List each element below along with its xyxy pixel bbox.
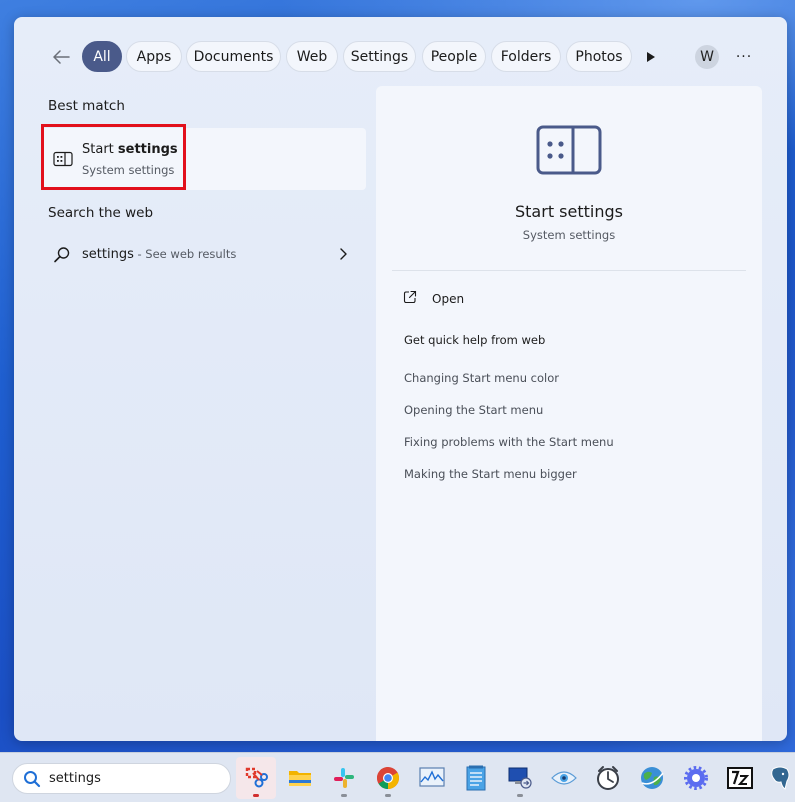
start-settings-icon bbox=[53, 151, 73, 167]
settings-gear-icon bbox=[684, 766, 708, 790]
search-icon bbox=[24, 771, 41, 788]
web-result-suffix: - See web results bbox=[133, 247, 237, 261]
divider bbox=[392, 270, 746, 271]
taskbar-app-resource-monitor[interactable] bbox=[412, 757, 452, 799]
taskbar-app-settings[interactable] bbox=[676, 757, 716, 799]
best-match-result[interactable]: Start settings System settings bbox=[41, 128, 366, 190]
best-match-title-plain: Start bbox=[82, 142, 118, 157]
taskbar-search-box[interactable] bbox=[12, 763, 231, 794]
taskbar-app-postgres[interactable] bbox=[764, 757, 795, 799]
taskbar-app-snipping-tool[interactable] bbox=[236, 757, 276, 799]
best-match-title: Start settings bbox=[82, 142, 178, 157]
taskbar-app-globe[interactable] bbox=[632, 757, 672, 799]
taskbar-app-notepad[interactable] bbox=[456, 757, 496, 799]
remote-desktop-icon bbox=[508, 767, 532, 789]
running-indicator bbox=[385, 794, 391, 797]
detail-subtitle: System settings bbox=[522, 228, 616, 242]
7zip-icon bbox=[727, 767, 753, 789]
best-match-heading: Best match bbox=[48, 98, 125, 114]
start-settings-large-icon bbox=[536, 125, 602, 175]
filter-documents[interactable]: Documents bbox=[186, 41, 281, 72]
taskbar-app-clock[interactable] bbox=[588, 757, 628, 799]
running-indicator bbox=[341, 794, 347, 797]
eye-icon bbox=[551, 771, 577, 785]
best-match-subtitle: System settings bbox=[82, 163, 175, 177]
taskbar-search-input[interactable] bbox=[49, 771, 219, 786]
help-link[interactable]: Making the Start menu bigger bbox=[404, 467, 577, 481]
notepad-icon bbox=[466, 765, 486, 791]
running-indicator bbox=[517, 794, 523, 797]
open-label: Open bbox=[432, 292, 465, 306]
taskbar-app-file-explorer[interactable] bbox=[280, 757, 320, 799]
chevron-right-icon bbox=[340, 248, 347, 260]
taskbar-app-slack[interactable] bbox=[324, 757, 364, 799]
more-options-button[interactable]: ··· bbox=[732, 45, 756, 69]
snipping-tool-icon bbox=[245, 767, 268, 788]
best-match-title-bold: settings bbox=[117, 142, 178, 157]
quick-help-heading: Get quick help from web bbox=[404, 333, 546, 347]
chrome-icon bbox=[377, 767, 399, 789]
postgres-icon bbox=[770, 766, 789, 790]
filter-apps[interactable]: Apps bbox=[126, 41, 182, 72]
open-external-icon bbox=[403, 290, 417, 304]
back-arrow-icon bbox=[53, 50, 70, 64]
filter-folders[interactable]: Folders bbox=[491, 41, 561, 72]
taskbar-app-chrome[interactable] bbox=[368, 757, 408, 799]
detail-pane: Start settings System settings Open Get … bbox=[376, 86, 762, 741]
more-filters-button[interactable] bbox=[644, 47, 662, 67]
filter-people[interactable]: People bbox=[422, 41, 486, 72]
running-indicator bbox=[253, 794, 259, 797]
taskbar-app-eye[interactable] bbox=[544, 757, 584, 799]
filter-photos[interactable]: Photos bbox=[566, 41, 632, 72]
file-explorer-icon bbox=[289, 771, 311, 786]
clock-icon bbox=[597, 766, 619, 790]
taskbar-app-remote-desktop[interactable] bbox=[500, 757, 540, 799]
help-link[interactable]: Fixing problems with the Start menu bbox=[404, 435, 614, 449]
globe-icon bbox=[641, 767, 664, 789]
web-result-text: settings - See web results bbox=[82, 247, 236, 262]
back-button[interactable] bbox=[47, 45, 75, 69]
help-link[interactable]: Changing Start menu color bbox=[404, 371, 559, 385]
help-link[interactable]: Opening the Start menu bbox=[404, 403, 543, 417]
play-icon bbox=[647, 52, 655, 62]
filter-bar: All Apps Documents Web Settings People F… bbox=[14, 41, 787, 73]
account-avatar[interactable]: W bbox=[695, 45, 719, 69]
search-web-heading: Search the web bbox=[48, 205, 154, 221]
slack-icon bbox=[334, 768, 354, 788]
detail-title: Start settings bbox=[515, 202, 623, 221]
taskbar bbox=[0, 752, 795, 802]
taskbar-app-7zip[interactable] bbox=[720, 757, 760, 799]
filter-web[interactable]: Web bbox=[286, 41, 338, 72]
filter-settings[interactable]: Settings bbox=[343, 41, 416, 72]
filter-all[interactable]: All bbox=[82, 41, 122, 72]
web-result[interactable]: settings - See web results bbox=[41, 241, 366, 269]
open-action[interactable]: Open bbox=[400, 290, 600, 310]
resource-monitor-icon bbox=[419, 767, 445, 787]
web-result-query: settings bbox=[82, 247, 134, 262]
search-panel: All Apps Documents Web Settings People F… bbox=[14, 17, 787, 741]
search-icon bbox=[54, 247, 70, 263]
